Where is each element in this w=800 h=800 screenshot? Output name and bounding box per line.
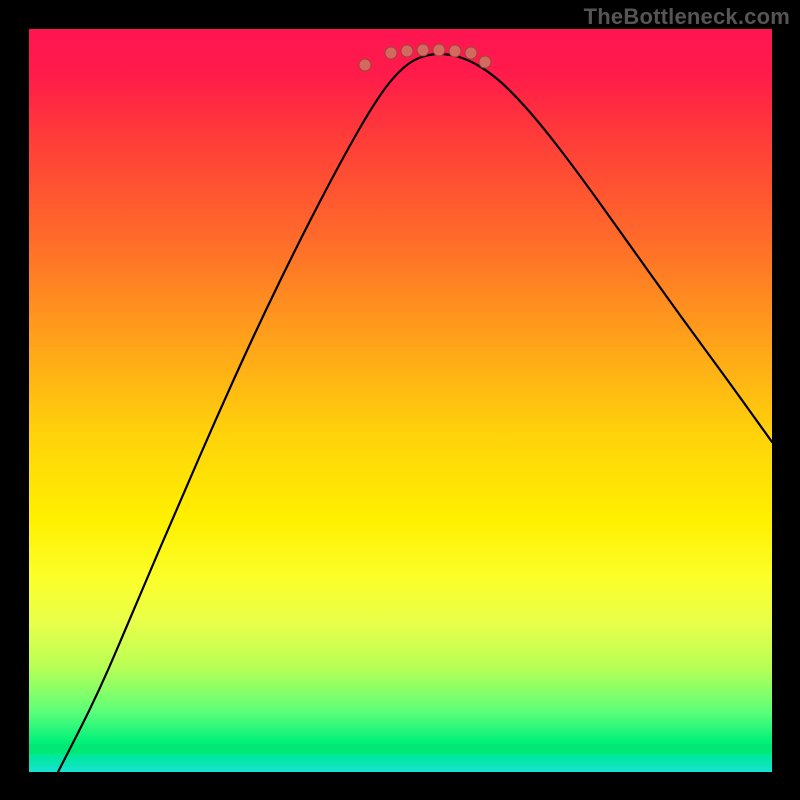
minimum-dot: [417, 44, 429, 56]
minimum-dot: [401, 45, 413, 57]
watermark-text: TheBottleneck.com: [584, 4, 790, 30]
minimum-dot: [433, 44, 445, 56]
minimum-dot: [449, 45, 461, 57]
minimum-dot: [465, 47, 477, 59]
plot-area: [29, 29, 772, 772]
minimum-dots: [359, 44, 491, 71]
minimum-dot: [359, 59, 371, 71]
bottleneck-curve: [58, 54, 772, 772]
chart-frame: TheBottleneck.com: [0, 0, 800, 800]
minimum-dot: [479, 56, 491, 68]
minimum-dot: [385, 47, 397, 59]
chart-svg: [29, 29, 772, 772]
